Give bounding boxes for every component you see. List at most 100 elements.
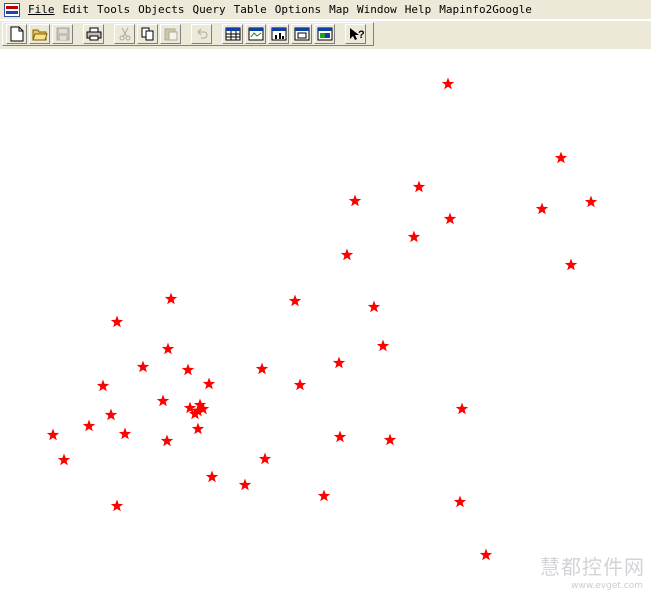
toolbar-separator [183, 24, 191, 44]
help-pointer-button[interactable]: ? [345, 24, 366, 44]
watermark-url: www.evget.com [571, 581, 643, 591]
point-marker-star[interactable] [293, 378, 307, 391]
point-marker-star[interactable] [96, 379, 110, 392]
new-browser-button[interactable] [222, 24, 243, 44]
point-marker-star[interactable] [376, 339, 390, 352]
point-marker-star[interactable] [367, 300, 381, 313]
watermark-text: 慧都控件网 [540, 555, 645, 579]
new-grapher-icon [271, 27, 286, 41]
menu-edit[interactable]: Edit [59, 0, 94, 19]
point-marker-star[interactable] [412, 180, 426, 193]
point-marker-star[interactable] [288, 294, 302, 307]
open-button[interactable] [29, 24, 50, 44]
print-icon [86, 27, 101, 41]
point-marker-star[interactable] [332, 356, 346, 369]
new-button[interactable] [6, 24, 27, 44]
menu-help[interactable]: Help [401, 0, 436, 19]
new-layout-button[interactable] [291, 24, 312, 44]
new-redistrict-button[interactable] [314, 24, 335, 44]
cut-icon [119, 27, 130, 41]
copy-icon [141, 27, 153, 41]
menu-bar: File Edit Tools Objects Query Table Opti… [0, 0, 651, 19]
menu-tools[interactable]: Tools [93, 0, 134, 19]
help-pointer-icon: ? [349, 28, 364, 41]
point-marker-star[interactable] [554, 151, 568, 164]
paste-button[interactable] [160, 24, 181, 44]
point-marker-star[interactable] [407, 230, 421, 243]
menu-query[interactable]: Query [188, 0, 229, 19]
menu-window[interactable]: Window [353, 0, 401, 19]
point-marker-star[interactable] [82, 419, 96, 432]
point-marker-star[interactable] [160, 434, 174, 447]
cut-button[interactable] [114, 24, 135, 44]
point-marker-star[interactable] [441, 77, 455, 90]
toolbar-separator [106, 24, 114, 44]
menu-objects[interactable]: Objects [134, 0, 188, 19]
point-marker-star[interactable] [191, 422, 205, 435]
point-marker-star[interactable] [584, 195, 598, 208]
point-marker-star[interactable] [535, 202, 549, 215]
point-marker-star[interactable] [258, 452, 272, 465]
point-marker-star[interactable] [57, 453, 71, 466]
point-marker-star[interactable] [110, 499, 124, 512]
print-button[interactable] [83, 24, 104, 44]
toolbar-separator [337, 24, 345, 44]
save-button[interactable] [52, 24, 73, 44]
menu-objects-label: Objects [138, 3, 185, 16]
point-marker-star[interactable] [164, 292, 178, 305]
new-redistrict-icon [317, 27, 332, 41]
toolbar-separator [75, 24, 83, 44]
menu-options-label: Options [274, 3, 322, 16]
point-marker-star[interactable] [205, 470, 219, 483]
point-marker-star[interactable] [383, 433, 397, 446]
point-marker-star[interactable] [453, 495, 467, 508]
menu-mapinfo2google[interactable]: Mapinfo2Google [435, 0, 536, 19]
app-icon[interactable] [4, 2, 20, 17]
new-browser-icon [225, 27, 240, 41]
point-marker-star[interactable] [110, 315, 124, 328]
new-icon [10, 26, 23, 42]
point-marker-star[interactable] [443, 212, 457, 225]
paste-icon [164, 28, 177, 41]
map-window[interactable] [0, 49, 651, 594]
undo-icon [197, 28, 207, 39]
menu-map[interactable]: Map [325, 0, 353, 19]
point-marker-star[interactable] [455, 402, 469, 415]
menu-tools-label: Tools [97, 3, 131, 16]
menu-file[interactable]: File [24, 0, 59, 19]
point-marker-star[interactable] [202, 377, 216, 390]
save-icon [56, 27, 69, 41]
point-marker-star[interactable] [340, 248, 354, 261]
point-marker-star[interactable] [156, 394, 170, 407]
point-marker-star[interactable] [104, 408, 118, 421]
point-marker-star[interactable] [161, 342, 175, 355]
svg-text:?: ? [358, 29, 364, 41]
map-canvas[interactable] [0, 49, 651, 594]
point-marker-star[interactable] [118, 427, 132, 440]
copy-button[interactable] [137, 24, 158, 44]
point-marker-star[interactable] [564, 258, 578, 271]
menu-options[interactable]: Options [271, 0, 325, 19]
new-layout-icon [294, 27, 309, 41]
point-marker-star[interactable] [181, 363, 195, 376]
menu-file-label: File [28, 3, 55, 16]
menu-table[interactable]: Table [230, 0, 271, 19]
point-marker-star[interactable] [238, 478, 252, 491]
new-mapper-icon [248, 27, 263, 41]
new-mapper-button[interactable] [245, 24, 266, 44]
new-grapher-button[interactable] [268, 24, 289, 44]
toolbar-separator [214, 24, 222, 44]
point-marker-star[interactable] [333, 430, 347, 443]
menu-table-label: Table [233, 3, 267, 16]
open-folder-icon [31, 29, 48, 41]
point-marker-star[interactable] [317, 489, 331, 502]
point-marker-star[interactable] [255, 362, 269, 375]
undo-button[interactable] [191, 24, 212, 44]
point-marker-star[interactable] [479, 548, 493, 561]
point-marker-star[interactable] [348, 194, 362, 207]
point-marker-star[interactable] [136, 360, 150, 373]
menu-query-label: Query [192, 3, 226, 16]
point-marker-star[interactable] [46, 428, 60, 441]
toolbar: ? [0, 20, 651, 50]
standard-toolbar: ? [2, 22, 374, 46]
